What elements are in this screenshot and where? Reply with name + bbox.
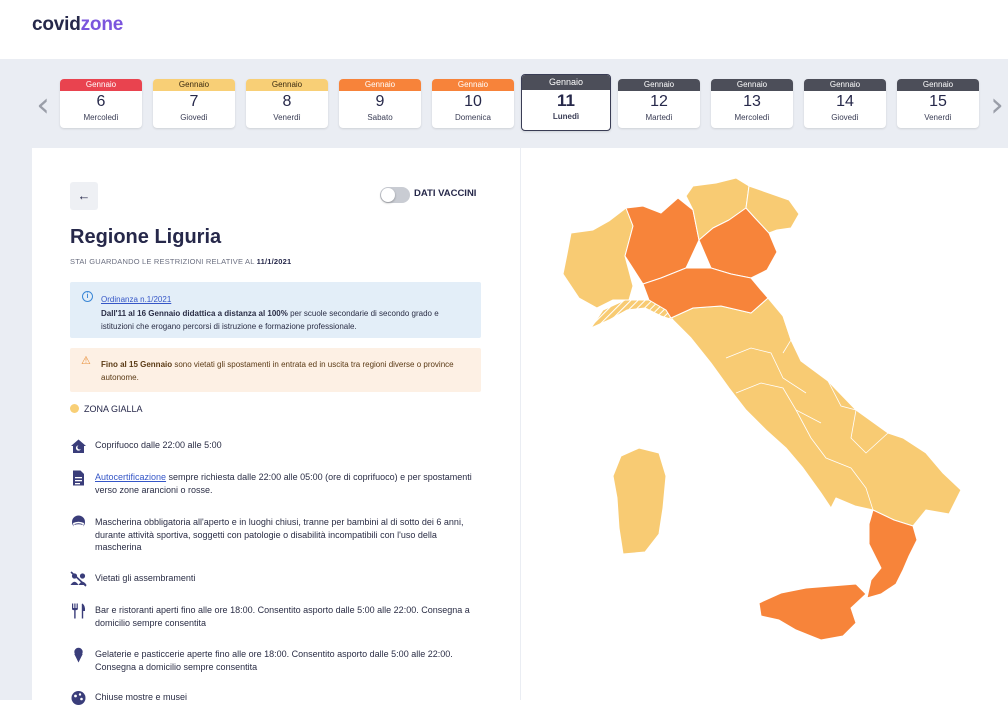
ice-cream-icon (74, 647, 83, 663)
page-title: Regione Liguria (70, 226, 222, 248)
date-month: Gennaio (60, 79, 142, 91)
subtitle-date: 11/1/2021 (256, 257, 292, 266)
ordinance-link[interactable]: Ordinanza n.1/2021 (101, 295, 171, 304)
date-month: Gennaio (432, 79, 514, 91)
warning-box: ⚠ Fino al 15 Gennaio sono vietati gli sp… (70, 348, 481, 392)
date-day: 10 (464, 93, 482, 110)
warning-text-bold: Fino al 15 Gennaio (101, 360, 173, 369)
no-gathering-icon (70, 571, 87, 587)
document-icon (73, 470, 84, 486)
date-month: Gennaio (618, 79, 700, 91)
chevron-right-icon[interactable]: › (988, 88, 1006, 122)
rule-text: Chiuse mostre e musei (95, 692, 188, 702)
date-card-selected[interactable]: Gennaio 11 Lunedì (521, 74, 611, 131)
date-card[interactable]: Gennaio 13 Mercoledì (711, 79, 793, 128)
warning-text: Fino al 15 Gennaio sono vietati gli spos… (101, 359, 473, 384)
date-day: 12 (650, 93, 668, 110)
rule-text: Gelaterie e pasticcerie aperte fino alle… (95, 649, 453, 672)
date-weekday: Giovedì (180, 113, 208, 122)
zone-dot (70, 404, 79, 413)
toggle-knob (381, 188, 395, 202)
map-region-piemonte[interactable] (562, 207, 634, 309)
info-text: Dall'11 al 16 Gennaio didattica a distan… (101, 308, 473, 333)
date-month: Gennaio (711, 79, 793, 91)
map-region-sardegna[interactable] (612, 447, 667, 555)
date-weekday: Venerdì (273, 113, 301, 122)
date-day: 11 (557, 91, 575, 110)
date-card[interactable]: Gennaio 8 Venerdì (246, 79, 328, 128)
subtitle-prefix: STAI GUARDANDO LE RESTRIZIONI RELATIVE A… (70, 257, 257, 266)
map-region-sicilia[interactable] (758, 583, 867, 641)
date-card[interactable]: Gennaio 14 Giovedì (804, 79, 886, 128)
date-card[interactable]: Gennaio 9 Sabato (339, 79, 421, 128)
arrow-left-icon[interactable]: ← (70, 182, 98, 210)
date-day: 7 (189, 93, 199, 110)
info-text-bold: Dall'11 al 16 Gennaio didattica a distan… (101, 309, 288, 318)
rule-text: Coprifuoco dalle 22:00 alle 5:00 (95, 440, 222, 450)
date-day: 6 (96, 93, 106, 110)
top-bar: covidzone (0, 0, 1008, 59)
date-card[interactable]: Gennaio 12 Martedì (618, 79, 700, 128)
map-region-peninsula[interactable] (670, 297, 962, 527)
rule-text: Mascherina obbligatoria all'aperto e in … (95, 517, 464, 552)
date-day: 13 (743, 93, 761, 110)
date-weekday: Mercoledì (83, 113, 119, 122)
map-panel (521, 148, 1008, 700)
date-weekday: Martedì (645, 113, 673, 122)
date-day: 8 (282, 93, 292, 110)
house-moon-icon (71, 439, 86, 453)
rule-text: Vietati gli assembramenti (95, 573, 196, 583)
region-panel: ← DATI VACCINI Regione Liguria STAI GUAR… (32, 148, 520, 705)
date-card[interactable]: Gennaio 6 Mercoledì (60, 79, 142, 128)
date-weekday: Venerdì (924, 113, 952, 122)
logo[interactable]: covidzone (32, 14, 123, 36)
italy-map (562, 177, 962, 641)
info-icon: i (82, 291, 93, 302)
info-box: i Ordinanza n.1/2021 Dall'11 al 16 Genna… (70, 282, 481, 338)
date-day: 14 (836, 93, 854, 110)
fork-knife-icon (72, 603, 86, 619)
chevron-left-icon[interactable]: ‹ (34, 88, 52, 122)
date-month: Gennaio (246, 79, 328, 91)
date-month: Gennaio (804, 79, 886, 91)
date-weekday: Mercoledì (734, 113, 770, 122)
date-day: 15 (929, 93, 947, 110)
date-month: Gennaio (339, 79, 421, 91)
mask-icon (72, 515, 85, 530)
date-month: Gennaio (522, 75, 610, 90)
self-certification-link[interactable]: Autocertificazione (95, 472, 166, 482)
logo-part-covid: covid (32, 14, 81, 35)
date-weekday: Lunedì (552, 112, 580, 121)
museum-icon (71, 691, 86, 705)
rule-text: Autocertificazione sempre richiesta dall… (95, 471, 485, 496)
logo-part-zone: zone (80, 14, 124, 35)
date-weekday: Giovedì (831, 113, 859, 122)
vaccine-data-toggle[interactable] (380, 187, 410, 203)
zone-label: ZONA GIALLA (84, 404, 143, 414)
date-weekday: Domenica (454, 113, 491, 122)
date-card[interactable]: Gennaio 15 Venerdì (897, 79, 979, 128)
toggle-label: DATI VACCINI (414, 188, 477, 199)
warning-icon: ⚠ (81, 355, 91, 367)
date-card[interactable]: Gennaio 10 Domenica (432, 79, 514, 128)
rule-text: Bar e ristoranti aperti fino alle ore 18… (95, 605, 470, 628)
date-day: 9 (375, 93, 385, 110)
date-weekday: Sabato (367, 113, 393, 122)
zone-indicator: ZONA GIALLA (70, 404, 143, 414)
date-month: Gennaio (897, 79, 979, 91)
date-month: Gennaio (153, 79, 235, 91)
date-card[interactable]: Gennaio 7 Giovedì (153, 79, 235, 128)
page-subtitle: STAI GUARDANDO LE RESTRIZIONI RELATIVE A… (70, 257, 291, 266)
